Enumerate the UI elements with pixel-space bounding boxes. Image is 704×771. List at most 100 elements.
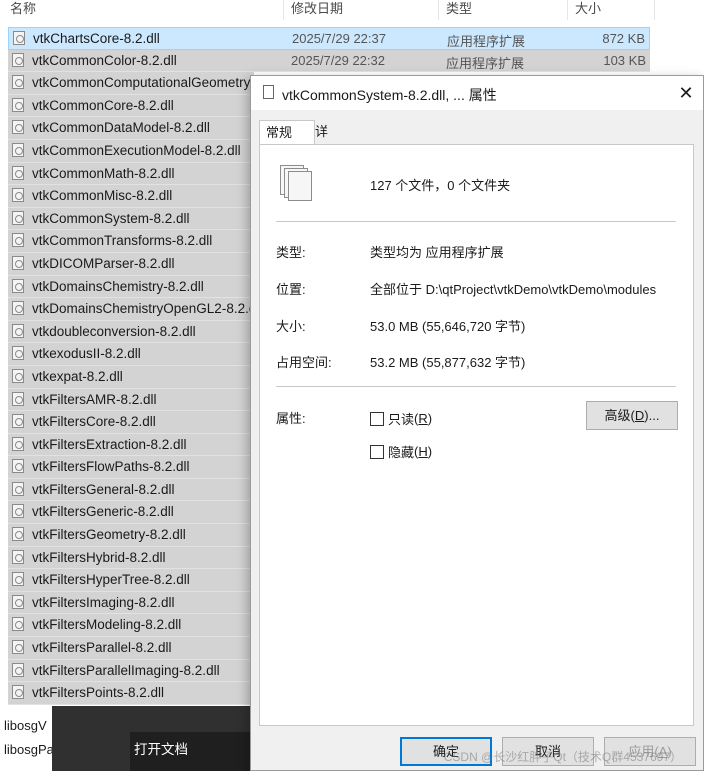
column-divider[interactable] bbox=[567, 0, 568, 20]
column-divider[interactable] bbox=[438, 0, 439, 20]
advanced-button[interactable]: 高级(D)... bbox=[586, 401, 678, 430]
close-button[interactable]: ✕ bbox=[669, 76, 703, 110]
file-row[interactable]: vtkexodusII-8.2.dll bbox=[8, 343, 254, 366]
dialog-titlebar[interactable]: vtkCommonSystem-8.2.dll, ... 属性 ✕ bbox=[251, 76, 703, 110]
checkbox-box[interactable] bbox=[370, 444, 384, 459]
file-name: vtkCommonDataModel-8.2.dll bbox=[32, 120, 210, 136]
dll-file-icon bbox=[12, 346, 24, 361]
file-row[interactable]: vtkFiltersPoints-8.2.dll bbox=[8, 682, 254, 705]
dll-file-icon bbox=[12, 165, 24, 180]
file-row[interactable]: vtkFiltersGeneric-8.2.dll bbox=[8, 501, 254, 525]
partial-file-name[interactable]: libosgPa bbox=[4, 742, 54, 757]
open-document-item[interactable]: 打开文档 bbox=[134, 738, 188, 758]
file-row[interactable]: vtkFiltersCore-8.2.dll bbox=[8, 411, 254, 434]
readonly-checkbox[interactable]: 只读(R) bbox=[370, 409, 432, 428]
hidden-checkbox[interactable]: 隐藏(H) bbox=[370, 442, 432, 461]
file-type: 应用程序扩展 bbox=[447, 34, 526, 49]
file-name: vtkCommonExecutionModel-8.2.dll bbox=[32, 142, 241, 158]
file-row[interactable]: vtkFiltersFlowPaths-8.2.dll bbox=[8, 456, 254, 479]
tab-details[interactable]: 详细信息 bbox=[309, 120, 334, 211]
dll-file-icon bbox=[12, 459, 24, 474]
column-date[interactable]: 修改日期 bbox=[291, 0, 343, 17]
file-name: vtkdoubleconversion-8.2.dll bbox=[32, 323, 196, 339]
file-row[interactable]: vtkFiltersModeling-8.2.dll bbox=[8, 614, 254, 638]
file-row[interactable]: vtkFiltersHyperTree-8.2.dll bbox=[8, 569, 254, 592]
shortcut-key: H bbox=[418, 444, 428, 459]
dll-file-icon bbox=[12, 188, 24, 203]
tab-general[interactable]: 常规 bbox=[259, 120, 315, 146]
file-name: vtkDomainsChemistry-8.2.dll bbox=[32, 278, 204, 294]
file-row[interactable]: vtkCommonDataModel-8.2.dll bbox=[8, 117, 254, 140]
file-row[interactable]: vtkCommonCore-8.2.dll bbox=[8, 94, 254, 118]
file-row[interactable]: vtkCommonTransforms-8.2.dll bbox=[8, 230, 254, 253]
dll-file-icon bbox=[12, 142, 24, 157]
file-row[interactable]: vtkFiltersParallelImaging-8.2.dll bbox=[8, 659, 254, 683]
file-row[interactable]: vtkDICOMParser-8.2.dll bbox=[8, 252, 254, 276]
column-divider[interactable] bbox=[654, 0, 655, 20]
file-name: vtkFiltersHyperTree-8.2.dll bbox=[32, 572, 190, 588]
file-name: vtkFiltersGeometry-8.2.dll bbox=[32, 527, 186, 543]
file-size: 872 KB bbox=[602, 31, 645, 46]
checkbox-box[interactable] bbox=[370, 411, 384, 426]
file-row[interactable]: vtkFiltersImaging-8.2.dll bbox=[8, 591, 254, 615]
dll-file-icon bbox=[12, 210, 24, 225]
file-row[interactable]: vtkFiltersExtraction-8.2.dll bbox=[8, 433, 254, 457]
dll-file-icon bbox=[13, 31, 25, 45]
file-name: vtkFiltersImaging-8.2.dll bbox=[32, 594, 175, 610]
advanced-label: 高级 bbox=[604, 408, 631, 423]
location-label: 位置: bbox=[276, 282, 306, 297]
file-name: vtkFiltersParallel-8.2.dll bbox=[32, 640, 172, 656]
file-row[interactable]: vtkCommonExecutionModel-8.2.dll bbox=[8, 139, 254, 163]
file-name: vtkFiltersFlowPaths-8.2.dll bbox=[32, 459, 190, 475]
shortcut-key: D bbox=[634, 408, 645, 423]
dll-file-icon bbox=[12, 662, 24, 677]
file-row[interactable]: vtkFiltersAMR-8.2.dll bbox=[8, 388, 254, 412]
file-row[interactable]: vtkCommonSystem-8.2.dll bbox=[8, 207, 254, 231]
file-name: vtkFiltersModeling-8.2.dll bbox=[32, 617, 182, 633]
file-row[interactable]: vtkdoubleconversion-8.2.dll bbox=[8, 320, 254, 344]
file-row[interactable]: vtkDomainsChemistry-8.2.dll bbox=[8, 275, 254, 299]
file-row[interactable]: vtkexpat-8.2.dll bbox=[8, 365, 254, 389]
file-row[interactable]: vtkFiltersHybrid-8.2.dll bbox=[8, 546, 254, 570]
file-row[interactable]: vtkCommonMisc-8.2.dll bbox=[8, 185, 254, 208]
file-name: vtkCommonCore-8.2.dll bbox=[32, 97, 174, 113]
file-row[interactable]: vtkCommonColor-8.2.dll 2025/7/29 22:32 应用程… bbox=[8, 49, 650, 73]
column-size[interactable]: 大小 bbox=[575, 0, 601, 17]
attributes-label: 属性: bbox=[276, 411, 306, 426]
size-value: 53.0 MB (55,646,720 字节) bbox=[370, 319, 526, 334]
dll-file-icon bbox=[12, 549, 24, 564]
dll-file-icon bbox=[12, 97, 24, 112]
file-name: vtkCommonColor-8.2.dll bbox=[32, 52, 177, 68]
dll-file-icon bbox=[12, 685, 24, 700]
readonly-label: 只读 bbox=[388, 412, 415, 427]
column-name[interactable]: 名称 bbox=[10, 0, 36, 17]
file-row[interactable]: vtkCommonMath-8.2.dll bbox=[8, 162, 254, 186]
dll-file-icon bbox=[12, 75, 24, 90]
file-row[interactable]: vtkFiltersParallel-8.2.dll bbox=[8, 637, 254, 660]
dll-file-icon bbox=[12, 255, 24, 270]
watermark-text: CSDN @长沙红胖子Qt（技术Q群4537697） bbox=[443, 750, 682, 764]
file-row[interactable]: vtkChartsCore-8.2.dll 2025/7/29 22:37 应用程序… bbox=[8, 27, 650, 50]
file-name: vtkFiltersCore-8.2.dll bbox=[32, 414, 156, 430]
advanced-ellipsis: ... bbox=[648, 408, 660, 423]
type-label: 类型: bbox=[276, 245, 306, 260]
file-name: vtkCommonSystem-8.2.dll bbox=[32, 210, 190, 226]
file-name: vtkFiltersHybrid-8.2.dll bbox=[32, 549, 166, 565]
file-row[interactable]: vtkDomainsChemistryOpenGL2-8.2.dll bbox=[8, 298, 262, 321]
column-divider[interactable] bbox=[283, 0, 284, 20]
file-name: vtkexodusII-8.2.dll bbox=[32, 346, 141, 362]
file-row[interactable]: vtkFiltersGeneral-8.2.dll bbox=[8, 478, 254, 502]
file-name: vtkFiltersGeneral-8.2.dll bbox=[32, 481, 175, 497]
partial-file-name[interactable]: libosgV bbox=[4, 718, 47, 733]
dll-file-icon bbox=[12, 368, 24, 383]
column-type[interactable]: 类型 bbox=[446, 0, 472, 17]
dll-file-icon bbox=[12, 391, 24, 406]
file-row[interactable]: vtkCommonComputationalGeometry-8.2.dll bbox=[8, 72, 291, 95]
dll-file-icon bbox=[12, 233, 24, 248]
dll-file-icon bbox=[12, 527, 24, 542]
shortcut-key: R bbox=[418, 411, 428, 426]
dll-file-icon bbox=[12, 504, 24, 519]
file-name: vtkFiltersAMR-8.2.dll bbox=[32, 391, 157, 407]
file-row[interactable]: vtkFiltersGeometry-8.2.dll bbox=[8, 524, 254, 547]
disk-size-label: 占用空间: bbox=[276, 355, 332, 370]
